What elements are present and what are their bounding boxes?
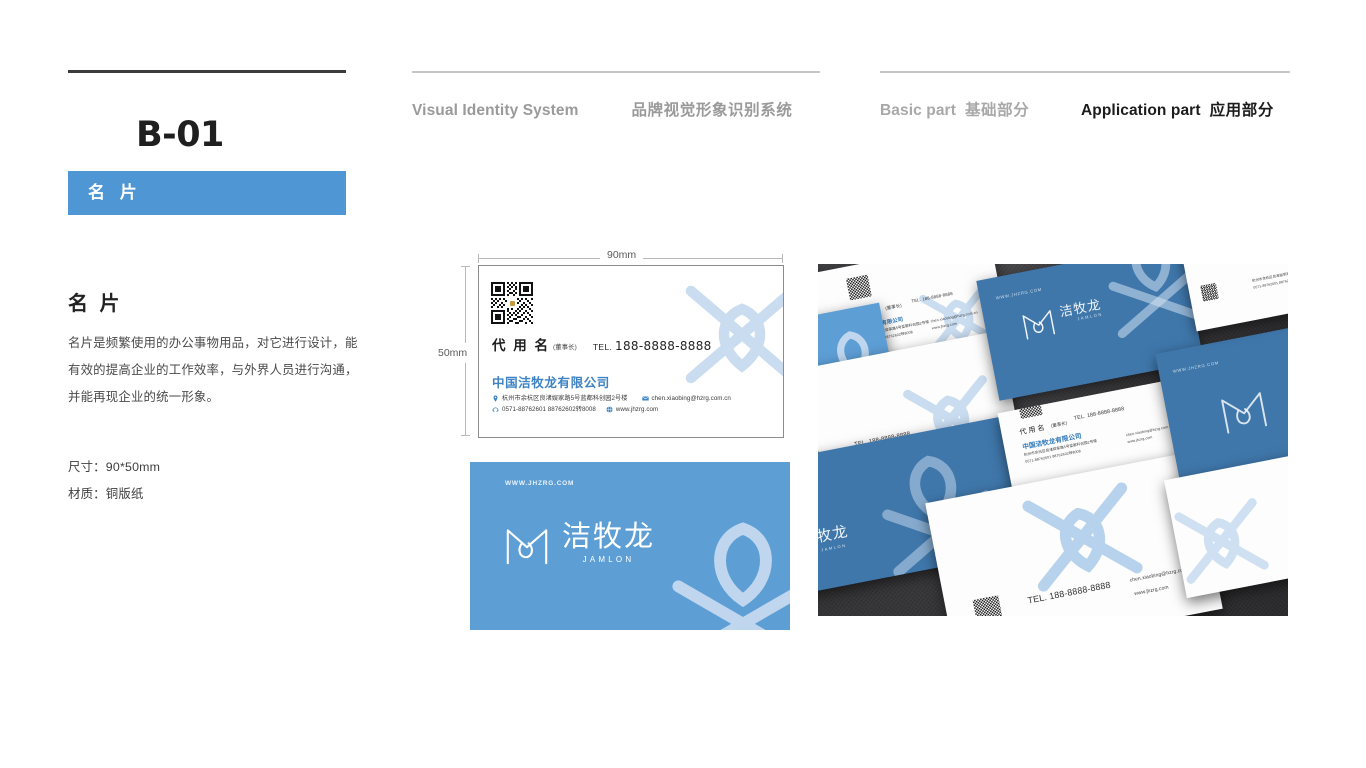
brand-logo-text: 洁牧龙 JAMLON <box>562 520 655 564</box>
spec-size: 尺寸：90*50mm <box>68 460 161 474</box>
qr-code-icon <box>972 595 1004 616</box>
business-card-photo-mockup: 代 用 名 (董事长) TEL. 188-8888-8888 中国洁牧龙有限公司… <box>818 264 1288 616</box>
qr-center-logo <box>507 298 517 308</box>
card-address-text: 杭州市余杭区良渚娱家路5号蓝都科创园2号楼 <box>502 395 628 402</box>
nav-label-cn: 品牌视觉形象识别系统 <box>631 102 793 119</box>
mockup-back-url: WWW.JHZRG.COM <box>995 286 1043 301</box>
nav-label-en: Application part <box>1081 102 1201 119</box>
card-person-name: 代 用 名 <box>492 338 551 353</box>
card-tel-label: TEL. <box>592 342 613 352</box>
mockup-name-text: 代 用 名 <box>1019 424 1046 437</box>
jamlon-monogram-icon <box>506 529 548 565</box>
page-code-title: B-01 <box>136 115 224 155</box>
brand-name-en: JAMLON <box>582 555 635 564</box>
mockup-website-text: www.jhzrg.com <box>1127 435 1153 445</box>
left-header-rule <box>68 70 346 73</box>
card-contact-line-1: 杭州市余杭区良渚娱家路5号蓝都科创园2号楼 chen.xiaobing@hzrg… <box>492 393 731 404</box>
nav-label-cn: 应用部分 <box>1209 102 1274 119</box>
mockup-title-text: (董事长) <box>884 302 903 311</box>
globe-icon <box>606 406 613 413</box>
section-band-label: 名 片 <box>88 183 142 202</box>
qr-code-icon <box>1200 282 1219 302</box>
card-contact-line-2: 0571-88762601 88762602转8008 www.jhzrg.co… <box>492 404 731 415</box>
nav-label-en: Basic part <box>880 102 956 119</box>
brand-logo-lockup: 洁牧龙 JAMLON <box>503 520 655 568</box>
nav-label-en: Visual Identity System <box>412 102 579 119</box>
spec-material: 材质：铜版纸 <box>68 487 144 501</box>
nav-label-cn: 基础部分 <box>964 102 1030 119</box>
mockup-title-text: (董事长) <box>1050 420 1068 429</box>
envelope-icon <box>641 395 649 402</box>
card-person-title: (董事长) <box>553 344 577 351</box>
mockup-tel-text: TEL. 188-8888-8888 <box>1073 406 1125 422</box>
jamlon-watermark-icon <box>672 522 790 630</box>
jamlon-monogram-icon <box>1022 310 1056 340</box>
card-website-item: www.jhzrg.com <box>606 404 658 415</box>
card-phone-text: 0571-88762601 88762602转8008 <box>502 406 596 413</box>
card-company-name: 中国洁牧龙有限公司 <box>492 376 610 390</box>
nav-item-visual-identity-system[interactable]: Visual Identity System 品牌视觉形象识别系统 <box>412 98 792 120</box>
width-dimension-label: 90mm <box>600 249 644 261</box>
card-tel-number: 188-8888-8888 <box>615 339 712 353</box>
brand-name-cn: 洁牧龙 <box>562 521 656 553</box>
card-contact-block: 杭州市余杭区良渚娱家路5号蓝都科创园2号楼 chen.xiaobing@hzrg… <box>492 393 731 415</box>
nav-item-application-part[interactable]: Application part 应用部分 <box>1081 98 1274 120</box>
section-heading: 名 片 <box>68 293 123 315</box>
jamlon-monogram-icon <box>1221 392 1268 434</box>
section-band: 名 片 <box>68 171 346 215</box>
section-description: 名片是频繁使用的办公事物用品，对它进行设计，能有效的提高企业的工作效率，与外界人… <box>68 336 358 404</box>
telephone-icon <box>492 406 499 413</box>
header-rule-right <box>880 71 1290 73</box>
header-rule-left <box>412 71 820 73</box>
nav-item-basic-part[interactable]: Basic part 基础部分 <box>880 98 1029 120</box>
card-address-item: 杭州市余杭区良渚娱家路5号蓝都科创园2号楼 <box>492 393 628 404</box>
qr-code-icon <box>845 274 872 301</box>
card-name-row: 代 用 名 (董事长) TEL. 188-8888-8888 <box>492 334 712 354</box>
mockup-back-url: WWW.JHZRG.COM <box>1172 360 1220 374</box>
height-dimension-label: 50mm <box>438 343 468 363</box>
business-card-back: WWW.JHZRG.COM 洁牧龙 JAMLON <box>470 462 790 630</box>
card-back-url: WWW.JHZRG.COM <box>505 480 575 487</box>
card-website-text: www.jhzrg.com <box>615 406 659 413</box>
card-phone-item: 0571-88762601 88762602转8008 <box>492 404 596 415</box>
location-pin-icon <box>492 395 499 402</box>
card-email-text: chen.xiaobing@hzrg.com.cn <box>651 395 731 402</box>
business-card-front: 代 用 名 (董事长) TEL. 188-8888-8888 中国洁牧龙有限公司… <box>478 265 784 438</box>
card-email-item: chen.xiaobing@hzrg.com.cn <box>641 393 731 404</box>
qr-code-icon <box>491 282 533 324</box>
